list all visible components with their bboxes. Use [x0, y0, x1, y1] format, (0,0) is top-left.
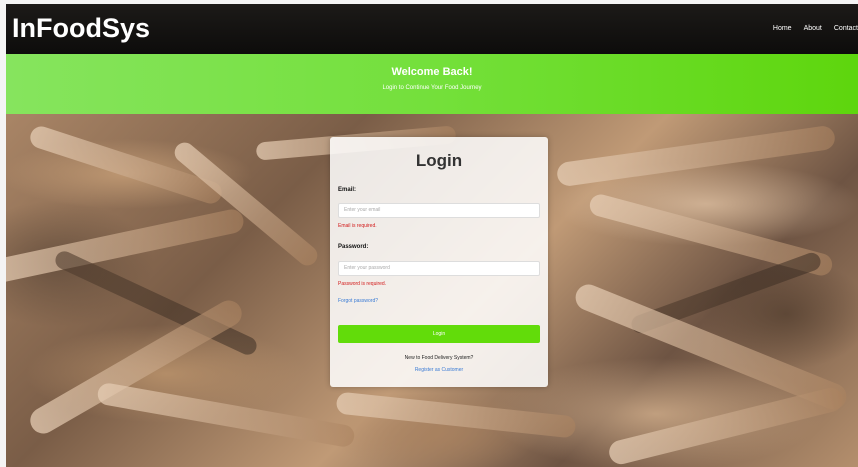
password-error: Password is required.	[338, 281, 387, 287]
nav-link-contact[interactable]: Contact	[834, 25, 858, 32]
login-title: Login	[415, 151, 463, 170]
password-input[interactable]: Enter your password	[338, 261, 540, 276]
register-link[interactable]: Register as Customer	[330, 367, 548, 373]
forgot-password-link[interactable]: Forgot password?	[338, 298, 378, 304]
nav-link-home[interactable]: Home	[773, 25, 792, 32]
brand-logo[interactable]: InFoodSys	[12, 13, 150, 44]
email-input[interactable]: Enter your email	[338, 203, 540, 218]
login-card: Login Email: Enter your email Email is r…	[330, 137, 548, 387]
navbar: InFoodSys Home About Contact	[6, 4, 858, 54]
password-label: Password:	[338, 244, 369, 250]
welcome-banner: Welcome Back! Login to Continue Your Foo…	[6, 54, 858, 114]
app-frame: InFoodSys Home About Contact Welcome Bac…	[6, 4, 858, 467]
register-prompt: New to Food Delivery System?	[404, 355, 474, 361]
email-label: Email:	[338, 187, 357, 193]
nav-links: Home About Contact	[773, 25, 858, 32]
email-error: Email is required.	[338, 223, 377, 229]
nav-link-about[interactable]: About	[804, 25, 822, 32]
banner-title: Welcome Back!	[391, 66, 473, 78]
banner-subtitle: Login to Continue Your Food Journey	[382, 85, 482, 91]
login-button[interactable]: Login	[338, 325, 540, 343]
